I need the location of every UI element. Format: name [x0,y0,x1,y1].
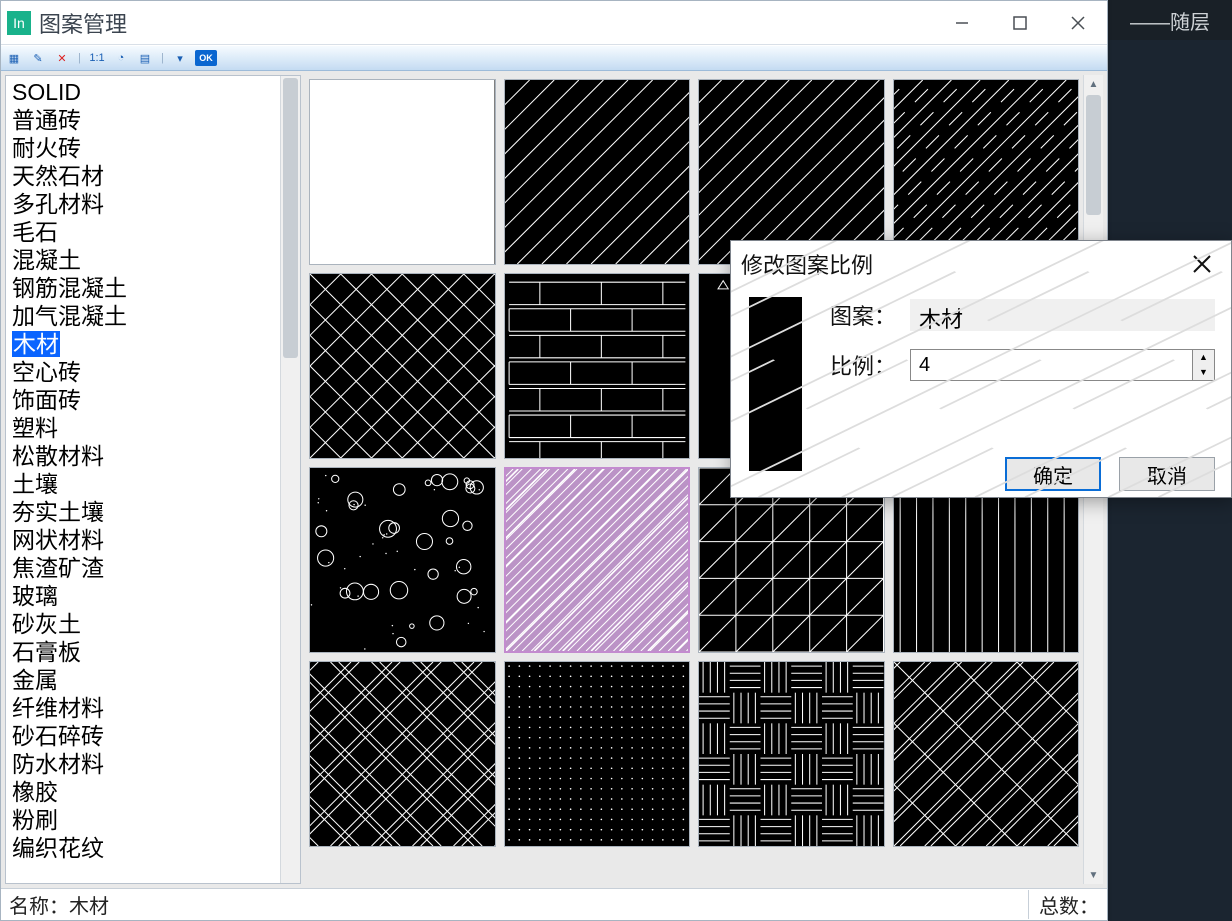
status-name-value: 木材 [69,890,109,919]
swatch-solid[interactable] [309,79,496,265]
swatch-brick[interactable] [504,273,691,459]
list-item[interactable]: 夯实土壤 [6,498,280,526]
list-item[interactable]: 石膏板 [6,638,280,666]
list-item[interactable]: 编织花纹 [6,834,280,862]
tool-open-icon[interactable]: ✎ [29,49,47,67]
grid-scroll-up[interactable]: ▲ [1084,75,1103,93]
list-item[interactable]: 网状材料 [6,526,280,554]
list-item[interactable]: 饰面砖 [6,386,280,414]
swatch-weave[interactable] [698,661,885,847]
list-item[interactable]: 金属 [6,666,280,694]
dialog-preview-swatch [749,297,802,471]
maximize-button[interactable] [991,1,1049,44]
swatch-diag45[interactable] [504,79,691,265]
app-icon: In [7,11,31,35]
list-item[interactable]: 加气混凝土 [6,302,280,330]
list-item[interactable]: 砂灰土 [6,610,280,638]
tool-brush-icon[interactable]: ◔ [112,49,130,67]
minimize-button[interactable] [933,1,991,44]
list-item[interactable]: 天然石材 [6,162,280,190]
status-total-label: 总数： [1028,890,1099,919]
swatch-wood[interactable] [504,467,691,653]
list-item[interactable]: 纤维材料 [6,694,280,722]
status-bar: 名称： 木材 总数： [1,888,1107,920]
list-item[interactable]: 玻璃 [6,582,280,610]
scale-dialog: 修改图案比例 图案： 木材 比例： ▲ [730,240,1232,498]
pattern-list-panel: SOLID普通砖耐火砖天然石材多孔材料毛石混凝土钢筋混凝土加气混凝土木材空心砖饰… [5,75,301,884]
list-item[interactable]: 空心砖 [6,358,280,386]
list-item[interactable]: 粉刷 [6,806,280,834]
swatch-diamond[interactable] [309,661,496,847]
list-item[interactable]: 橡胶 [6,778,280,806]
window-title: 图案管理 [39,7,127,39]
titlebar: In 图案管理 [1,1,1107,45]
list-item[interactable]: 土壤 [6,470,280,498]
list-item[interactable]: 混凝土 [6,246,280,274]
pattern-list[interactable]: SOLID普通砖耐火砖天然石材多孔材料毛石混凝土钢筋混凝土加气混凝土木材空心砖饰… [6,76,280,883]
list-item[interactable]: 钢筋混凝土 [6,274,280,302]
list-item[interactable]: 焦渣矿渣 [6,554,280,582]
list-item[interactable]: SOLID [6,78,280,106]
tool-grid-icon[interactable]: ▤ [136,49,154,67]
swatch-dots[interactable] [504,661,691,847]
swatch-crosshatch[interactable] [309,273,496,459]
tool-scale-icon[interactable]: 1:1 [88,49,106,67]
swatch-dashdiag[interactable] [893,79,1080,265]
list-item[interactable]: 耐火砖 [6,134,280,162]
close-button[interactable] [1049,1,1107,44]
toolbar-separator: | [160,49,165,67]
background-layer-pill: ——随层 [1108,0,1232,40]
list-item[interactable]: 多孔材料 [6,190,280,218]
list-item[interactable]: 砂石碎砖 [6,722,280,750]
list-item[interactable]: 防水材料 [6,750,280,778]
list-item[interactable]: 木材 [6,330,280,358]
tool-ok-button[interactable]: OK [195,50,217,66]
list-item[interactable]: 普通砖 [6,106,280,134]
toolbar-separator: | [77,49,82,67]
grid-scroll-down[interactable]: ▼ [1084,866,1103,884]
list-item[interactable]: 塑料 [6,414,280,442]
swatch-doublediag[interactable] [893,661,1080,847]
tool-dropdown-icon[interactable]: ▾ [171,49,189,67]
swatch-bubbles[interactable] [309,467,496,653]
tool-delete-icon[interactable]: ✕ [53,49,71,67]
grid-scroll-thumb[interactable] [1086,95,1101,215]
tool-new-icon[interactable]: ▦ [5,49,23,67]
list-item[interactable]: 毛石 [6,218,280,246]
list-item[interactable]: 松散材料 [6,442,280,470]
list-scrollbar[interactable] [280,76,300,883]
list-scroll-thumb[interactable] [283,78,298,358]
swatch-diag45b[interactable] [698,79,885,265]
status-name-label: 名称： [9,890,69,919]
toolbar: ▦ ✎ ✕ | 1:1 ◔ ▤ | ▾ OK [1,45,1107,71]
